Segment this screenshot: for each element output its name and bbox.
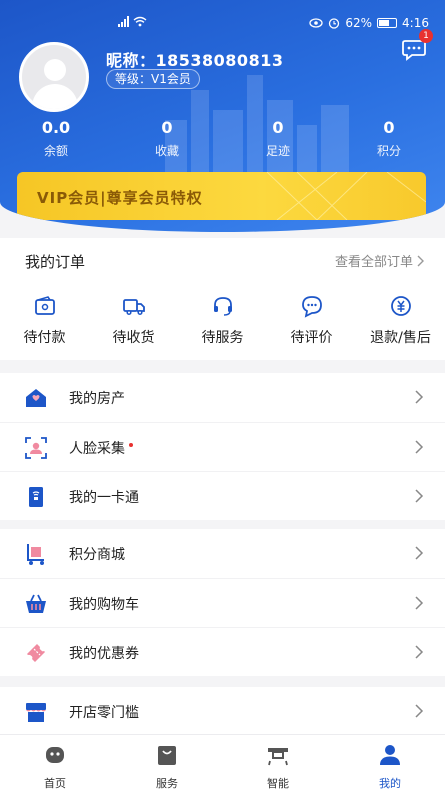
order-label: 待评价 [290,330,333,346]
chevron-right-icon [415,704,424,718]
battery-icon [377,18,398,28]
menu-item-open-shop[interactable]: 开店零门槛 [0,687,445,736]
wallet-icon [34,296,55,315]
stat-balance[interactable]: 0.0 余额 [6,118,106,159]
stat-value: 0.0 [41,118,71,137]
order-pending-review[interactable]: 待评价 [267,294,356,347]
stat-value: 0 [161,118,173,137]
menu-item-label: 开店零门槛 [69,705,139,721]
stat-favorites[interactable]: 0 收藏 [117,118,217,159]
signal-icon [118,16,129,27]
view-all-orders-link[interactable]: 查看全部订单 [335,251,425,270]
chevron-right-icon [415,390,424,404]
order-label: 待服务 [201,330,244,346]
chat-bubble-icon [301,296,322,318]
chevron-right-icon [417,255,424,266]
order-label: 退款/售后 [370,330,431,346]
battery-percent: 62% [345,16,373,30]
message-badge: 1 [419,29,433,43]
menu-item-points-mall[interactable]: 积分商城 [0,529,445,578]
view-all-orders-label: 查看全部订单 [334,255,413,270]
menu-item-label: 我的一卡通 [69,490,139,506]
status-bar: 62% 4:16 [0,14,445,36]
stats-row: 0.0 余额 0 收藏 0 足迹 0 积分 [0,118,445,164]
chevron-right-icon [415,546,424,560]
bag-icon [158,746,176,765]
stat-value: 0 [272,118,284,137]
refund-icon [390,296,411,316]
face-scan-icon [25,437,47,459]
order-pending-service[interactable]: 待服务 [178,294,267,347]
truck-icon [122,299,145,316]
house-icon [26,389,46,407]
member-level-badge: 等级：V1会员 [106,69,200,89]
coupon-icon [27,644,45,662]
bottom-tab-bar: 首页 服务 智能 我的 [0,734,445,795]
menu-group-shopping: 积分商城 我的购物车 我的优惠券 [0,529,445,676]
order-pending-payment[interactable]: 待付款 [0,294,89,347]
tab-label: 首页 [44,777,66,790]
my-orders-section: 我的订单 查看全部订单 待付款 待收货 待服务 待评价 退款/售后 [0,238,445,360]
menu-item-my-property[interactable]: 我的房产 [0,373,445,422]
tab-service[interactable]: 服务 [137,743,197,791]
stat-label: 积分 [376,144,401,158]
tab-label: 智能 [267,777,289,790]
orders-title: 我的订单 [25,253,86,271]
avatar[interactable] [19,42,89,112]
cart-trolley-icon [27,544,44,565]
order-pending-receipt[interactable]: 待收货 [89,294,178,347]
eye-icon [309,18,324,28]
stat-value: 0 [383,118,395,137]
tab-home[interactable]: 首页 [25,743,85,791]
order-label: 待收货 [112,330,155,346]
chevron-right-icon [415,596,424,610]
menu-group-shop: 开店零门槛 [0,687,445,736]
headset-icon [213,297,232,316]
stat-label: 余额 [43,144,68,158]
vip-banner-text: VIP会员|尊享会员特权 [37,189,203,207]
tab-label: 服务 [156,777,178,790]
tab-mine[interactable]: 我的 [360,743,420,791]
card-icon [29,487,43,507]
menu-item-label: 我的房产 [69,391,125,407]
new-dot-indicator [129,443,133,447]
shop-icon [26,703,46,722]
menu-item-label: 人脸采集 [69,438,133,458]
vip-banner[interactable]: VIP会员|尊享会员特权 [17,172,426,220]
menu-item-label: 我的购物车 [69,597,139,613]
menu-item-label: 积分商城 [69,547,125,563]
clock-time: 4:16 [402,16,429,30]
stat-label: 收藏 [154,144,179,158]
chevron-right-icon [415,645,424,659]
order-label: 待付款 [23,330,66,346]
message-button[interactable]: 1 [401,29,433,62]
tab-label: 我的 [379,777,401,790]
basket-icon [26,594,46,613]
alarm-icon [329,18,340,29]
menu-group-property: 我的房产 人脸采集 我的一卡通 [0,373,445,520]
order-refund-aftersale[interactable]: 退款/售后 [356,294,445,347]
chevron-right-icon [415,489,424,503]
menu-item-label: 我的优惠券 [69,646,139,662]
home-robot-icon [46,747,64,763]
smart-device-icon [268,748,288,766]
menu-item-shopping-cart[interactable]: 我的购物车 [0,578,445,627]
chevron-right-icon [415,440,424,454]
stat-label: 足迹 [265,144,290,158]
stat-points[interactable]: 0 积分 [339,118,439,159]
wifi-icon [133,16,147,27]
person-icon [380,745,400,765]
profile-header: 62% 4:16 昵称：18538080813 等级：V1会员 1 0.0 余额… [0,0,445,232]
menu-item-coupons[interactable]: 我的优惠券 [0,627,445,676]
tab-smart[interactable]: 智能 [248,743,308,791]
nickname-text: 昵称：18538080813 [106,51,284,70]
stat-footprints[interactable]: 0 足迹 [228,118,328,159]
menu-item-one-card[interactable]: 我的一卡通 [0,471,445,520]
menu-item-face-capture[interactable]: 人脸采集 [0,422,445,471]
